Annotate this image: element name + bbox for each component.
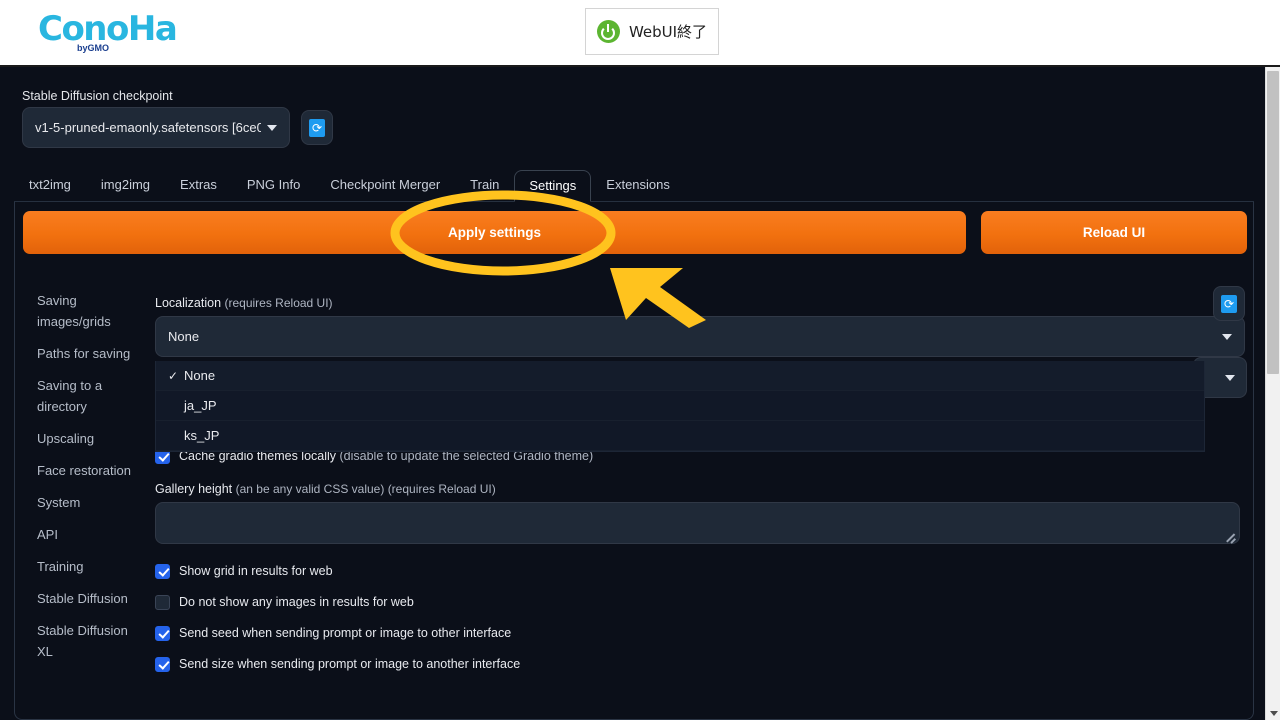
chevron-down-icon [1222,333,1232,340]
sidebar-item-face-restoration[interactable]: Face restoration [37,460,145,481]
send-size-label: Send size when sending prompt or image t… [179,657,521,671]
checkpoint-value: v1-5-pruned-emaonly.safetensors [6ce0161… [35,120,261,135]
check-icon: ✓ [168,368,179,383]
send-size-checkbox[interactable] [155,656,170,672]
localization-select[interactable]: None [155,316,1245,357]
gallery-height-input[interactable] [155,502,1240,544]
main-tabs: txt2img img2img Extras PNG Info Checkpoi… [14,169,1254,202]
tab-train[interactable]: Train [455,169,514,201]
tab-settings[interactable]: Settings [514,170,592,202]
conoha-logo: ConoHa byGMO [38,9,178,56]
tab-txt2img[interactable]: txt2img [14,169,86,201]
no-images-label: Do not show any images in results for we… [179,595,414,609]
localization-refresh-button[interactable]: ⟳ [1213,286,1245,321]
tab-png-info[interactable]: PNG Info [232,169,315,201]
localization-value: None [168,329,200,344]
localization-dropdown-wrap: None ✓ None ja_JP ks_JP [155,316,1245,452]
reload-ui-button[interactable]: Reload UI [981,211,1247,254]
webui-exit-button[interactable]: WebUI終了 [585,8,719,55]
sidebar-item-paths-for-saving[interactable]: Paths for saving [37,343,145,364]
chevron-down-icon [267,124,277,131]
checkpoint-label: Stable Diffusion checkpoint [22,89,173,103]
settings-panel: Apply settings Reload UI Saving images/g… [14,202,1254,720]
localization-option-label: None [184,368,216,383]
sidebar-item-saving-to-a-directory[interactable]: Saving to a directory [37,375,145,417]
tab-extensions[interactable]: Extensions [591,169,685,201]
localization-label: Localization (requires Reload UI) [155,296,1253,310]
sidebar-item-upscaling[interactable]: Upscaling [37,428,145,449]
power-icon [596,20,620,43]
sidebar-item-api[interactable]: API [37,524,145,545]
show-grid-label: Show grid in results for web [179,564,333,578]
sidebar-item-training[interactable]: Training [37,556,145,577]
localization-option-list: ✓ None ja_JP ks_JP [155,361,1205,452]
show-grid-row: Show grid in results for web [155,560,1253,582]
tab-extras[interactable]: Extras [165,169,232,201]
send-seed-checkbox[interactable] [155,625,170,641]
settings-content: Localization (requires Reload UI) None ✓… [153,262,1253,719]
tab-checkpoint-merger[interactable]: Checkpoint Merger [315,169,455,201]
settings-body: Saving images/grids Paths for saving Sav… [15,262,1253,719]
gallery-height-label: Gallery height (an be any valid CSS valu… [155,482,1253,496]
settings-action-row: Apply settings Reload UI [23,211,1247,254]
sidebar-item-stable-diffusion-xl[interactable]: Stable Diffusion XL [37,620,145,662]
no-images-checkbox[interactable] [155,594,170,610]
settings-sidebar: Saving images/grids Paths for saving Sav… [15,262,153,719]
tab-img2img[interactable]: img2img [86,169,165,201]
refresh-icon: ⟳ [1221,294,1237,313]
gallery-height-label-text: Gallery height [155,482,233,496]
browser-scrollbar[interactable] [1265,67,1280,720]
apply-settings-button[interactable]: Apply settings [23,211,966,254]
send-seed-label: Send seed when sending prompt or image t… [179,626,512,640]
localization-option-ks-jp[interactable]: ks_JP [156,421,1204,451]
localization-label-text: Localization [155,296,222,310]
logo-text: ConoHa [38,9,178,49]
site-header: ConoHa byGMO WebUI終了 [0,0,1280,67]
webui-exit-label: WebUI終了 [628,23,708,41]
send-seed-row: Send seed when sending prompt or image t… [155,622,1253,644]
checkpoint-row: v1-5-pruned-emaonly.safetensors [6ce0161… [22,107,333,148]
no-images-row: Do not show any images in results for we… [155,591,1253,613]
resize-handle-icon[interactable] [1224,529,1236,541]
gallery-height-wrap [155,502,1240,544]
sidebar-item-system[interactable]: System [37,492,145,513]
chevron-down-icon [1225,374,1235,381]
localization-option-ja-jp[interactable]: ja_JP [156,391,1204,421]
checkpoint-select[interactable]: v1-5-pruned-emaonly.safetensors [6ce0161… [22,107,290,148]
localization-option-label: ja_JP [184,398,217,413]
sidebar-item-saving-images-grids[interactable]: Saving images/grids [37,290,145,332]
scrollbar-thumb[interactable] [1267,71,1279,374]
checkpoint-refresh-button[interactable]: ⟳ [301,110,333,145]
show-grid-checkbox[interactable] [155,563,170,579]
scroll-down-arrow-icon[interactable] [1266,706,1280,720]
refresh-icon: ⟳ [309,118,325,137]
gradio-app: Stable Diffusion checkpoint v1-5-pruned-… [0,69,1268,720]
localization-hint: (requires Reload UI) [224,296,333,310]
logo-subtext: byGMO [77,43,110,53]
gallery-height-hint: (an be any valid CSS value) (requires Re… [235,482,496,496]
localization-option-none[interactable]: ✓ None [156,361,1204,391]
send-size-row: Send size when sending prompt or image t… [155,653,1253,675]
sidebar-item-stable-diffusion[interactable]: Stable Diffusion [37,588,145,609]
localization-option-label: ks_JP [184,428,220,443]
